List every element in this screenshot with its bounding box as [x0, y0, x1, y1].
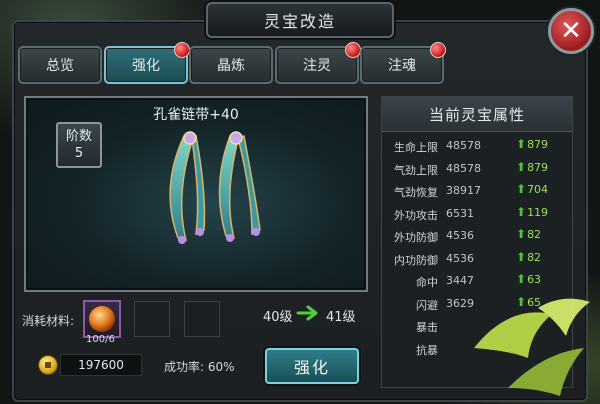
close-button[interactable]: ✕: [548, 8, 594, 54]
attribute-row: 外功攻击 6531 ⬆119: [382, 203, 572, 225]
up-arrow-icon: ⬆: [516, 249, 527, 264]
spirit-orb-icon: [89, 306, 115, 332]
attribute-gain: ⬆879: [516, 137, 548, 151]
tab-overview[interactable]: 总览: [18, 46, 102, 84]
coin-icon: [38, 355, 58, 375]
materials-label: 消耗材料:: [22, 314, 75, 328]
up-arrow-icon: ⬆: [516, 159, 527, 174]
attribute-value: 48578: [446, 139, 481, 152]
tier-value: 5: [74, 146, 84, 161]
next-level: 41级: [326, 310, 356, 325]
currency-amount: 197600: [60, 354, 142, 376]
attribute-value: 48578: [446, 161, 481, 175]
enhance-button[interactable]: 强化: [265, 348, 359, 384]
tab-refine[interactable]: 晶炼: [189, 46, 273, 84]
notification-badge: [345, 42, 361, 58]
attribute-row: 内功防御 4536 ⬆82: [382, 248, 572, 270]
success-rate: 成功率: 60%: [164, 360, 235, 374]
tab-label: 注灵: [303, 58, 331, 74]
tab-infuse-soul[interactable]: 注魂: [360, 42, 446, 84]
attribute-gain: ⬆82: [516, 227, 541, 241]
attribute-value: 4536: [446, 229, 474, 242]
tab-label: 强化: [132, 58, 160, 74]
attribute-row: 生命上限 48578 ⬆879: [382, 135, 572, 157]
watermark-logo: [474, 298, 590, 396]
up-arrow-icon: ⬆: [516, 227, 527, 241]
attribute-row: 气劲恢复 38917 ⬆704: [382, 180, 572, 202]
material-count: 100/6: [86, 334, 115, 345]
attribute-gain-value: 82: [527, 250, 542, 264]
attribute-name: 生命上限: [394, 141, 438, 154]
enhance-button-label: 强化: [293, 358, 330, 377]
close-icon: ✕: [560, 16, 582, 46]
attribute-name: 暴击: [416, 321, 438, 334]
current-level: 40级: [263, 310, 293, 325]
attribute-gain-value: 119: [527, 205, 549, 219]
attribute-name: 气劲恢复: [394, 186, 438, 199]
attribute-header: 当前灵宝属性: [382, 97, 572, 132]
attribute-value: 38917: [446, 184, 481, 197]
arrow-right-icon: [296, 305, 318, 321]
attribute-gain-value: 879: [527, 138, 549, 151]
notification-badge: [430, 42, 446, 58]
up-arrow-icon: ⬆: [516, 204, 527, 219]
attribute-value: 6531: [446, 206, 474, 220]
up-arrow-icon: ⬆: [516, 182, 527, 196]
tab-label: 注魂: [388, 58, 416, 74]
window-title-text: 灵宝改造: [263, 12, 336, 31]
notification-badge: [174, 42, 190, 58]
attribute-gain: ⬆879: [516, 160, 548, 174]
attribute-name: 闪避: [416, 298, 438, 312]
attribute-gain: ⬆704: [516, 182, 548, 196]
attribute-gain-value: 879: [527, 160, 549, 174]
tab-infuse-spirit[interactable]: 注灵: [275, 42, 361, 84]
attribute-name: 命中: [416, 276, 438, 289]
up-arrow-icon: ⬆: [516, 137, 527, 151]
attribute-gain-value: 704: [527, 183, 549, 196]
material-slot-empty[interactable]: [184, 301, 220, 337]
attribute-name: 内功防御: [394, 253, 438, 267]
tab-label: 总览: [46, 58, 74, 74]
attribute-gain: ⬆82: [516, 250, 541, 264]
attribute-name: 外功攻击: [394, 208, 438, 222]
attribute-row: 外功防御 4536 ⬆82: [382, 225, 572, 247]
item-name: 孔雀链带+40: [153, 107, 239, 123]
attribute-gain-value: 82: [527, 228, 542, 241]
tier-box: 阶数 5: [56, 122, 102, 168]
material-slot-empty[interactable]: [134, 301, 170, 337]
peacock-sash-icon: [169, 131, 261, 244]
item-display: 孔雀链带+40 阶数 5: [24, 96, 368, 292]
attribute-row: 气劲上限 48578 ⬆879: [382, 158, 572, 180]
attribute-gain: ⬆119: [516, 205, 548, 219]
material-slot[interactable]: [83, 300, 121, 338]
tab-enhance[interactable]: 强化: [104, 42, 190, 84]
attribute-value: 4536: [446, 251, 474, 265]
tier-label: 阶数: [65, 129, 92, 144]
attribute-name: 抗暴: [416, 343, 438, 357]
attribute-name: 气劲上限: [394, 163, 438, 177]
attribute-name: 外功防御: [394, 231, 438, 244]
tab-label: 晶炼: [217, 58, 245, 74]
window-title: 灵宝改造: [206, 2, 394, 38]
